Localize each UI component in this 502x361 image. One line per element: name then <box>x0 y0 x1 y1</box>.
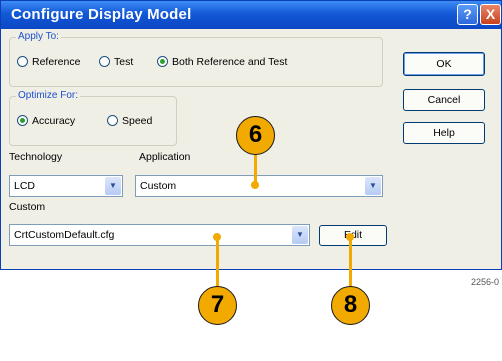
callout-7-anchor <box>213 233 221 241</box>
application-value: Custom <box>140 180 177 192</box>
custom-select[interactable]: CrtCustomDefault.cfg ▼ <box>9 224 310 246</box>
close-icon[interactable]: X <box>480 4 501 25</box>
callout-7-leader <box>216 237 219 288</box>
radio-both[interactable]: Both Reference and Test <box>157 56 287 68</box>
radio-reference-indicator <box>17 56 28 67</box>
radio-test-label: Test <box>114 56 134 68</box>
technology-value: LCD <box>14 180 36 192</box>
application-label: Application <box>139 151 191 163</box>
technology-label: Technology <box>9 151 63 163</box>
apply-to-label: Apply To: <box>16 31 61 42</box>
custom-label: Custom <box>9 201 46 213</box>
chevron-down-icon[interactable]: ▼ <box>292 226 308 244</box>
radio-test-indicator <box>99 56 110 67</box>
radio-reference[interactable]: Reference <box>17 56 80 68</box>
callout-8-anchor <box>346 233 354 241</box>
callout-7: 7 <box>198 286 237 325</box>
dialog-title: Configure Display Model <box>11 6 192 23</box>
ok-button[interactable]: OK <box>403 52 485 76</box>
help-button[interactable]: Help <box>403 122 485 144</box>
radio-accuracy-indicator <box>17 115 28 126</box>
callout-6-leader <box>254 154 257 183</box>
radio-accuracy-label: Accuracy <box>32 115 76 127</box>
cancel-button[interactable]: Cancel <box>403 89 485 111</box>
radio-both-label: Both Reference and Test <box>172 56 288 68</box>
technology-select[interactable]: LCD ▼ <box>9 175 123 197</box>
radio-reference-label: Reference <box>32 56 81 68</box>
radio-both-indicator <box>157 56 168 67</box>
chevron-down-icon[interactable]: ▼ <box>105 177 121 195</box>
callout-8-leader <box>349 237 352 288</box>
radio-speed-label: Speed <box>122 115 153 127</box>
chevron-down-icon[interactable]: ▼ <box>365 177 381 195</box>
radio-test[interactable]: Test <box>99 56 133 68</box>
radio-speed-indicator <box>107 115 118 126</box>
optimize-for-label: Optimize For: <box>16 90 81 101</box>
title-bar[interactable]: Configure Display Model ? X <box>1 1 501 29</box>
callout-6: 6 <box>236 116 275 155</box>
radio-accuracy[interactable]: Accuracy <box>17 115 75 127</box>
custom-value: CrtCustomDefault.cfg <box>14 229 115 241</box>
callout-8: 8 <box>331 286 370 325</box>
application-select[interactable]: Custom ▼ <box>135 175 383 197</box>
figure-id: 2256-0 <box>471 277 500 287</box>
help-icon[interactable]: ? <box>457 4 478 25</box>
callout-6-anchor <box>251 181 259 189</box>
radio-speed[interactable]: Speed <box>107 115 152 127</box>
